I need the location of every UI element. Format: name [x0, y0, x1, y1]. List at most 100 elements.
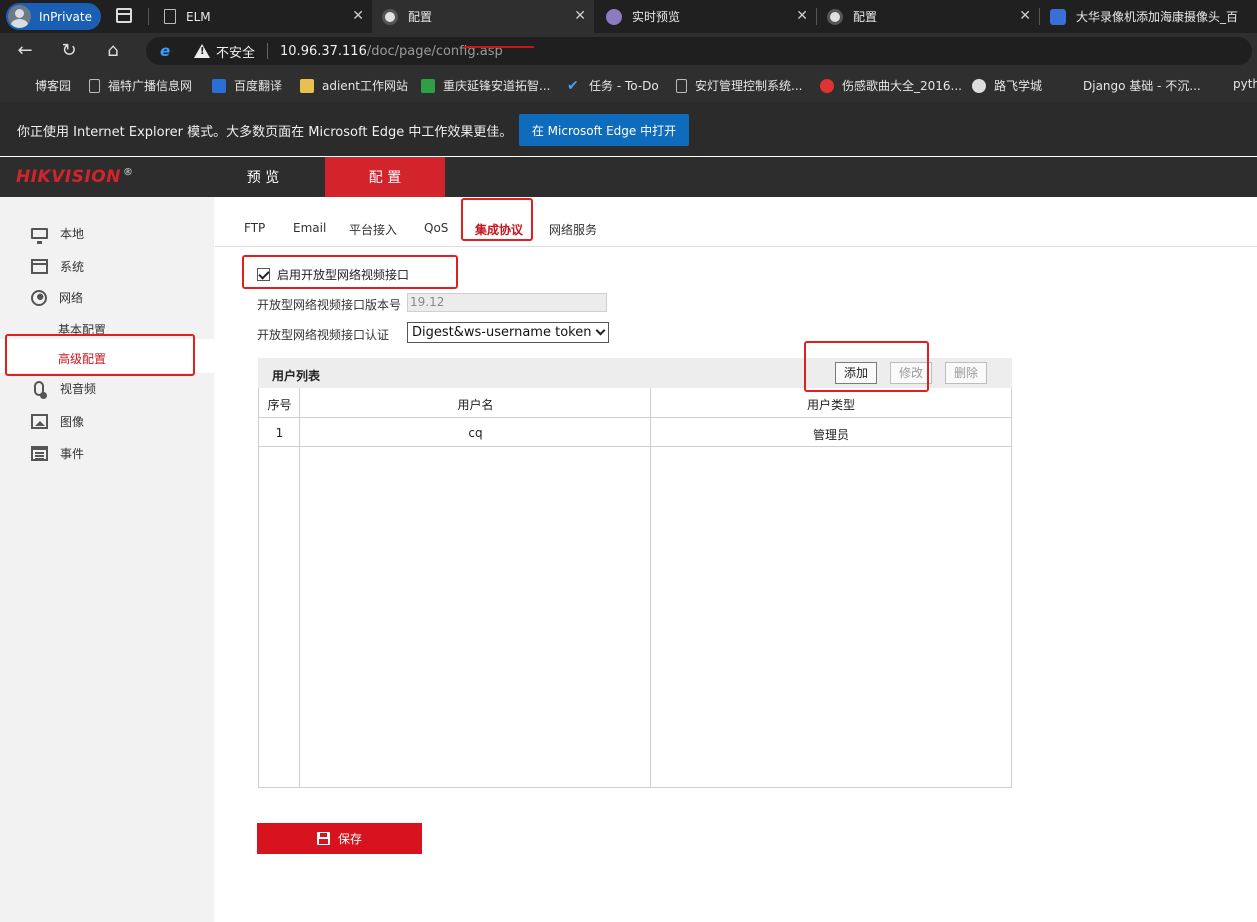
column-header-user-type: 用户类型 [806, 398, 855, 412]
tab-network-service[interactable]: 网络服务 [549, 221, 597, 238]
registered-mark: ® [122, 167, 134, 178]
enable-onvif-row[interactable]: 启用开放型网络视频接口 [257, 266, 409, 283]
favorite-label: 福特广播信息网 [108, 79, 193, 93]
nav-preview[interactable]: 预 览 [215, 157, 311, 197]
table-cell-username[interactable]: cq [300, 426, 651, 440]
browser-tab-baidu[interactable]: 大华录像机添加海康摄像头_百 [1040, 0, 1257, 33]
webcam-icon [606, 8, 622, 25]
inprivate-label: InPrivate [39, 9, 92, 24]
inprivate-badge[interactable]: InPrivate [6, 3, 101, 30]
favorites-bar: 博客园 福特广播信息网 百度翻译 adient工作网站 重庆延锋安道拓智... … [0, 69, 1257, 102]
browser-tab-live-preview[interactable]: 实时预览 ✕ [596, 0, 816, 33]
column-header-index: 序号 [267, 398, 292, 412]
sidebar-item-event[interactable]: 事件 [31, 445, 84, 462]
favorite-label: 安灯管理控制系统... [695, 79, 803, 93]
hikvision-logo: HIKVISION ® [16, 167, 133, 187]
sidebar-item-video-audio[interactable]: 视音频 [31, 380, 96, 399]
favorite-item[interactable]: pyth [1233, 77, 1257, 91]
favorite-item[interactable]: ✔ 任务 - To-Do [567, 77, 659, 94]
security-label[interactable]: 不安全 [216, 42, 255, 61]
sidebar-item-advanced-config[interactable]: 高级配置 [58, 350, 106, 367]
ie-mode-message: 你正使用 Internet Explorer 模式。大多数页面在 Microso… [17, 125, 513, 140]
profile-avatar-icon [8, 5, 31, 28]
close-tab-icon[interactable]: ✕ [796, 8, 808, 24]
modify-user-button[interactable]: 修改 [890, 362, 932, 384]
todo-check-icon: ✔ [567, 77, 579, 94]
nav-config[interactable]: 配 置 [325, 157, 445, 197]
sidebar-item-basic-config[interactable]: 基本配置 [58, 321, 106, 338]
sidebar-item-label: 系统 [60, 260, 85, 274]
browser-tab-title: 配置 [408, 10, 433, 24]
browser-tab-config-active[interactable]: 配置 ✕ [372, 0, 594, 33]
tab-actions-icon[interactable] [116, 8, 132, 23]
site-icon [421, 78, 435, 93]
sidebar-item-image[interactable]: 图像 [31, 413, 84, 430]
table-cell-index[interactable]: 1 [259, 426, 300, 440]
open-in-edge-button[interactable]: 在 Microsoft Edge 中打开 [519, 114, 689, 146]
warning-icon[interactable] [194, 44, 210, 58]
sidebar-item-label: 事件 [60, 447, 85, 461]
back-arrow-icon[interactable]: ← [14, 40, 36, 62]
browser-tab-strip: InPrivate ELM ✕ 配置 ✕ 实时预览 ✕ 配置 ✕ 大华录像机添加… [0, 0, 1257, 33]
page-icon [676, 78, 687, 93]
microphone-icon [34, 381, 47, 399]
folder-icon [300, 78, 314, 93]
close-tab-icon[interactable]: ✕ [352, 8, 364, 24]
tab-qos[interactable]: QoS [424, 221, 448, 235]
favorite-item[interactable]: 重庆延锋安道拓智... [421, 77, 550, 94]
auth-select[interactable]: Digest&ws-username token [407, 322, 609, 343]
favorite-label: 重庆延锋安道拓智... [443, 79, 551, 93]
address-bar[interactable]: e 不安全 10.96.37.116 /doc/page/config.asp [146, 37, 1252, 65]
favorite-item[interactable]: 福特广播信息网 [89, 77, 192, 94]
chevron-down-icon [595, 325, 606, 336]
auth-label: 开放型网络视频接口认证 [257, 328, 390, 342]
favorite-label: pyth [1233, 77, 1257, 91]
favorite-item[interactable]: adient工作网站 [300, 77, 408, 94]
favorite-item[interactable]: Django 基础 - 不沉... [1083, 77, 1201, 94]
logo-text: HIKVISION [16, 167, 121, 187]
enable-onvif-checkbox[interactable] [257, 268, 270, 281]
close-tab-icon[interactable]: ✕ [1019, 8, 1031, 24]
page-icon [89, 78, 100, 93]
browser-tab-config[interactable]: 配置 ✕ [817, 0, 1039, 33]
home-icon[interactable]: ⌂ [102, 40, 124, 62]
table-cell-user-type[interactable]: 管理员 [651, 426, 1011, 443]
favorite-label: Django 基础 - 不沉... [1083, 79, 1201, 93]
favorite-item[interactable]: 安灯管理控制系统... [676, 77, 802, 94]
sidebar-item-label: 网络 [59, 291, 84, 305]
image-icon [31, 414, 48, 429]
translate-icon [212, 78, 226, 93]
tab-email[interactable]: Email [293, 221, 326, 235]
event-calendar-icon [31, 446, 48, 461]
sidebar-item-system[interactable]: 系统 [31, 258, 84, 275]
sidebar-item-label: 本地 [60, 227, 85, 241]
close-tab-icon[interactable]: ✕ [574, 8, 586, 24]
favorite-item[interactable]: 伤感歌曲大全_2016... [820, 77, 962, 94]
browser-tab-elm[interactable]: ELM ✕ [150, 0, 372, 33]
system-window-icon [31, 259, 48, 274]
save-disk-icon [316, 832, 330, 845]
tab-integration-protocol[interactable]: 集成协议 [475, 221, 523, 238]
user-table: 序号 用户名 用户类型 1 cq 管理员 [258, 388, 1012, 788]
url-host: 10.96.37.116 [280, 43, 367, 59]
sidebar-item-label: 图像 [60, 415, 85, 429]
enable-onvif-label: 启用开放型网络视频接口 [277, 268, 410, 282]
refresh-icon[interactable]: ↻ [58, 40, 80, 62]
browser-tab-title: ELM [186, 9, 211, 24]
favorite-item[interactable]: 百度翻译 [212, 77, 282, 94]
favorite-item[interactable]: 路飞学城 [972, 77, 1042, 94]
delete-user-button[interactable]: 删除 [945, 362, 987, 384]
add-user-button[interactable]: 添加 [835, 362, 877, 384]
active-tab-underline [464, 46, 534, 48]
favorite-label: 任务 - To-Do [589, 79, 659, 93]
url-divider [267, 43, 269, 59]
app-header: HIKVISION ® 预 览 配 置 [0, 157, 1257, 197]
tab-ftp[interactable]: FTP [244, 221, 265, 235]
save-button[interactable]: 保存 [257, 823, 422, 854]
tab-platform-access[interactable]: 平台接入 [349, 221, 397, 238]
sidebar-item-network[interactable]: 网络 [31, 289, 83, 306]
auth-select-value: Digest&ws-username token [412, 325, 592, 340]
sidebar-item-local[interactable]: 本地 [31, 225, 85, 244]
ie-mode-icon[interactable]: e [160, 43, 176, 59]
favorite-item[interactable]: 博客园 [35, 77, 71, 94]
